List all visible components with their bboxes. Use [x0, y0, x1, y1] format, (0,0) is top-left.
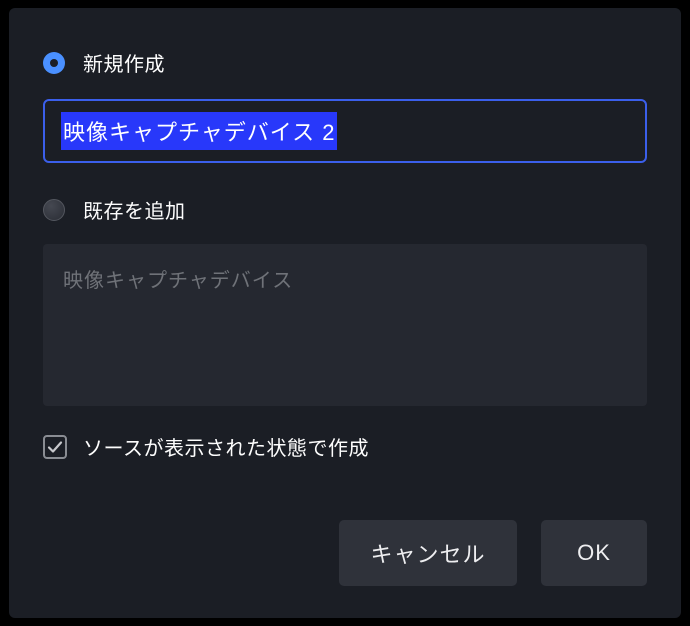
add-source-dialog: 新規作成 映像キャプチャデバイス 2 既存を追加 映像キャプチャデバイス ソース…	[9, 8, 681, 618]
radio-create-new[interactable]: 新規作成	[43, 48, 647, 77]
radio-add-existing[interactable]: 既存を追加	[43, 195, 647, 224]
list-item: 映像キャプチャデバイス	[63, 264, 627, 293]
checkbox-label: ソースが表示された状態で作成	[83, 432, 369, 461]
radio-create-label: 新規作成	[83, 48, 165, 77]
source-name-input[interactable]: 映像キャプチャデバイス 2	[61, 112, 337, 150]
radio-selected-icon	[43, 52, 65, 74]
existing-sources-list: 映像キャプチャデバイス	[43, 244, 647, 406]
cancel-button[interactable]: キャンセル	[339, 520, 517, 586]
checkbox-icon	[43, 435, 67, 459]
dialog-buttons: キャンセル OK	[339, 520, 647, 586]
radio-unselected-icon	[43, 199, 65, 221]
checkbox-make-visible[interactable]: ソースが表示された状態で作成	[43, 432, 647, 461]
check-icon	[47, 439, 63, 455]
radio-existing-label: 既存を追加	[83, 195, 186, 224]
source-name-input-wrap: 映像キャプチャデバイス 2	[43, 99, 647, 163]
ok-button[interactable]: OK	[541, 520, 647, 586]
